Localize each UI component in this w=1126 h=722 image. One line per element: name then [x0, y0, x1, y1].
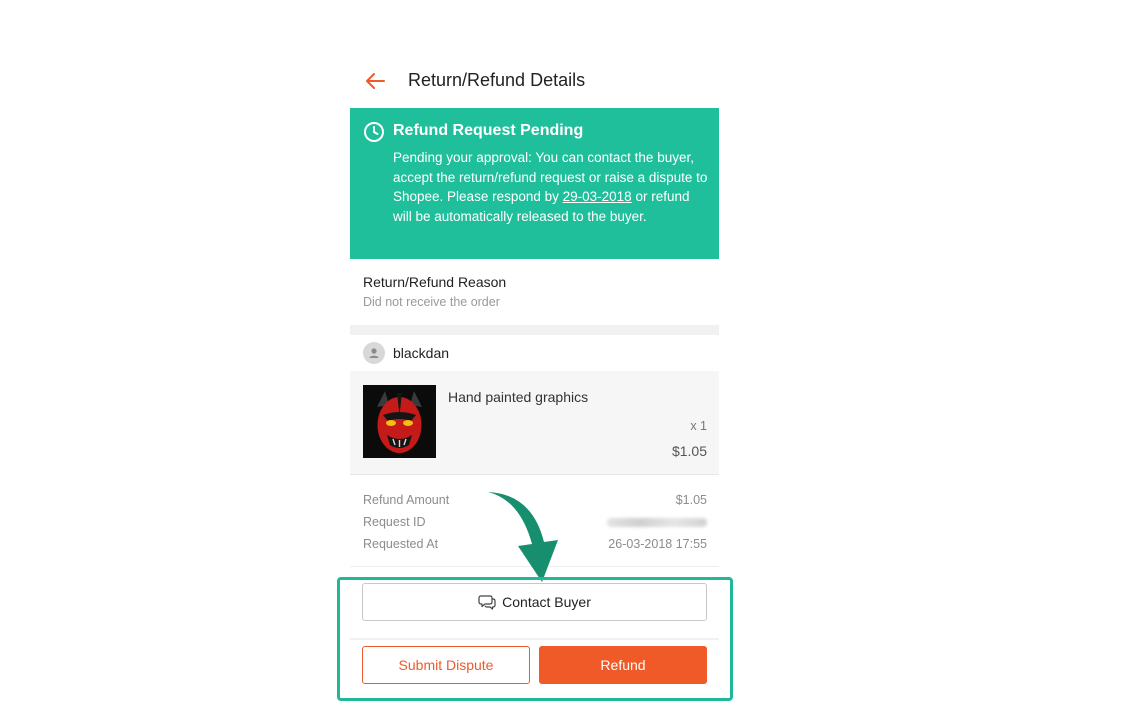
buyer-row[interactable]: blackdan	[350, 335, 719, 371]
status-message: Pending your approval: You can contact t…	[393, 148, 711, 226]
product-image	[363, 385, 436, 458]
reason-value: Did not receive the order	[363, 295, 500, 309]
refund-amount-row: Refund Amount $1.05	[363, 493, 707, 507]
arrow-left-icon	[366, 73, 385, 89]
back-button[interactable]	[362, 68, 388, 94]
refund-details-screen: Return/Refund Details Refund Request Pen…	[350, 56, 719, 716]
buyer-name: blackdan	[393, 345, 450, 361]
submit-dispute-button[interactable]: Submit Dispute	[362, 646, 530, 684]
action-bar: Submit Dispute Refund	[350, 640, 719, 702]
reason-label: Return/Refund Reason	[363, 274, 507, 290]
product-item[interactable]: Hand painted graphics x 1 $1.05	[350, 371, 719, 475]
top-bar: Return/Refund Details	[350, 56, 719, 108]
chat-icon	[478, 595, 496, 610]
page-title: Return/Refund Details	[408, 70, 586, 90]
avatar	[363, 342, 385, 364]
request-id-value-redacted	[607, 515, 707, 530]
product-name: Hand painted graphics	[448, 389, 589, 405]
requested-at-label: Requested At	[363, 537, 439, 551]
refund-button[interactable]: Refund	[539, 646, 707, 684]
clock-icon	[364, 122, 384, 142]
product-artwork	[363, 385, 436, 458]
contact-buyer-button[interactable]: Contact Buyer	[362, 583, 707, 621]
product-price: $1.05	[671, 443, 707, 459]
refund-details: Refund Amount $1.05 Request ID Requested…	[350, 475, 719, 567]
reason-section: Return/Refund Reason Did not receive the…	[350, 259, 719, 325]
section-divider	[350, 325, 719, 335]
status-banner: Refund Request Pending Pending your appr…	[350, 108, 719, 259]
refund-amount-label: Refund Amount	[363, 493, 450, 507]
requested-at-row: Requested At 26-03-2018 17:55	[363, 537, 707, 551]
product-quantity: x 1	[690, 419, 707, 433]
requested-at-value: 26-03-2018 17:55	[608, 537, 707, 551]
status-title: Refund Request Pending	[393, 122, 584, 139]
contact-buyer-label: Contact Buyer	[502, 594, 591, 610]
refund-amount-value: $1.05	[675, 493, 707, 507]
request-id-row: Request ID	[363, 515, 707, 529]
request-id-label: Request ID	[363, 515, 426, 529]
deadline-link[interactable]: 29-03-2018	[563, 189, 632, 204]
user-icon	[369, 348, 379, 358]
contact-section: Contact Buyer	[350, 568, 719, 638]
